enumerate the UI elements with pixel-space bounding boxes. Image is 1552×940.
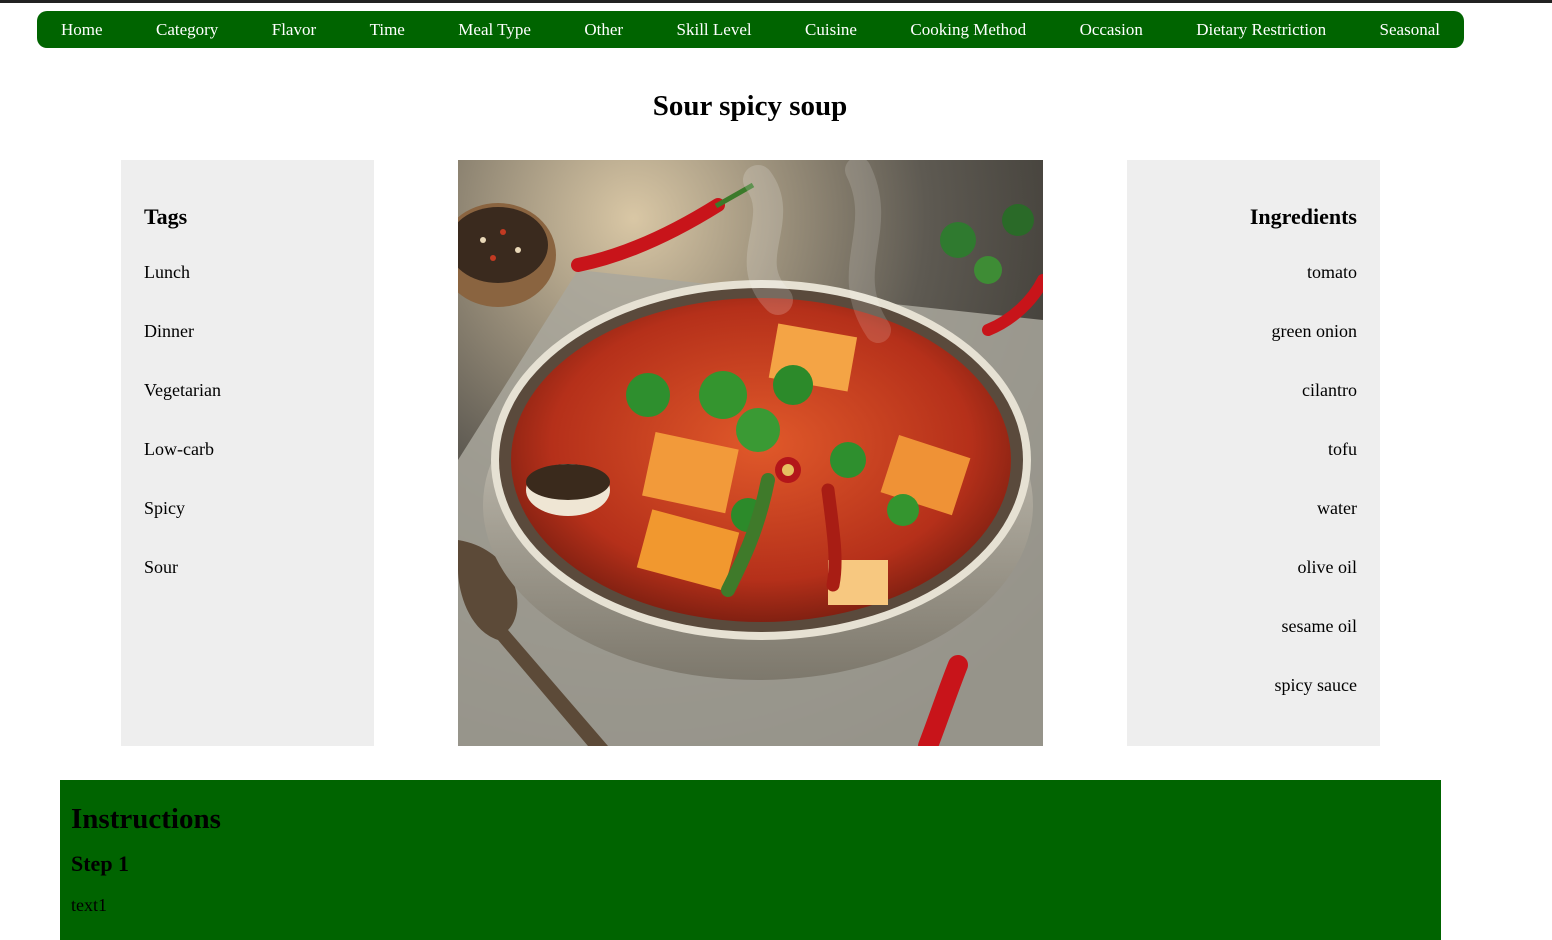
ingredients-heading: Ingredients [1249, 204, 1357, 229]
ingredients-panel: Ingredients tomato green onion cilantro … [1127, 160, 1380, 746]
tag-item: Dinner [144, 321, 194, 341]
nav-meal-type[interactable]: Meal Type [458, 20, 531, 40]
tag-item: Low-carb [144, 439, 214, 459]
nav-category[interactable]: Category [156, 20, 218, 40]
recipe-image [458, 160, 1043, 746]
recipe-title: Sour spicy soup [652, 90, 848, 122]
step-text: text1 [71, 895, 107, 915]
ingredient-item: tofu [1328, 439, 1357, 459]
ingredient-item: cilantro [1302, 380, 1357, 400]
ingredient-item: spicy sauce [1274, 675, 1357, 695]
nav-other[interactable]: Other [584, 20, 623, 40]
nav-seasonal[interactable]: Seasonal [1380, 20, 1440, 40]
nav-time[interactable]: Time [370, 20, 405, 40]
tag-item: Sour [144, 557, 179, 577]
tags-heading: Tags [144, 204, 188, 229]
ingredient-item: water [1317, 498, 1357, 518]
ingredient-item: olive oil [1297, 557, 1358, 577]
main-nav: Home Category Flavor Time Meal Type Othe… [37, 11, 1464, 48]
nav-cuisine[interactable]: Cuisine [805, 20, 857, 40]
nav-cooking-method[interactable]: Cooking Method [910, 20, 1026, 40]
nav-occasion[interactable]: Occasion [1080, 20, 1143, 40]
nav-dietary-restriction[interactable]: Dietary Restriction [1196, 20, 1326, 40]
nav-skill-level[interactable]: Skill Level [677, 20, 752, 40]
soup-bowl-illustration [458, 160, 1043, 746]
instructions-section: Instructions Step 1 text1 [60, 780, 1441, 940]
tags-panel: Tags Lunch Dinner Vegetarian Low-carb Sp… [121, 160, 374, 746]
ingredient-item: tomato [1307, 262, 1357, 282]
nav-flavor[interactable]: Flavor [272, 20, 316, 40]
step-title: Step 1 [71, 851, 130, 876]
ingredient-item: sesame oil [1281, 616, 1357, 636]
nav-home[interactable]: Home [61, 20, 103, 40]
tags-list: Lunch Dinner Vegetarian Low-carb Spicy S… [144, 262, 351, 616]
tag-item: Spicy [144, 498, 186, 518]
tag-item: Lunch [144, 262, 190, 282]
ingredients-list: tomato green onion cilantro tofu water o… [1150, 262, 1357, 734]
instructions-heading: Instructions [71, 803, 221, 835]
tag-item: Vegetarian [144, 380, 221, 400]
top-border [0, 0, 1552, 3]
ingredient-item: green onion [1271, 321, 1357, 341]
